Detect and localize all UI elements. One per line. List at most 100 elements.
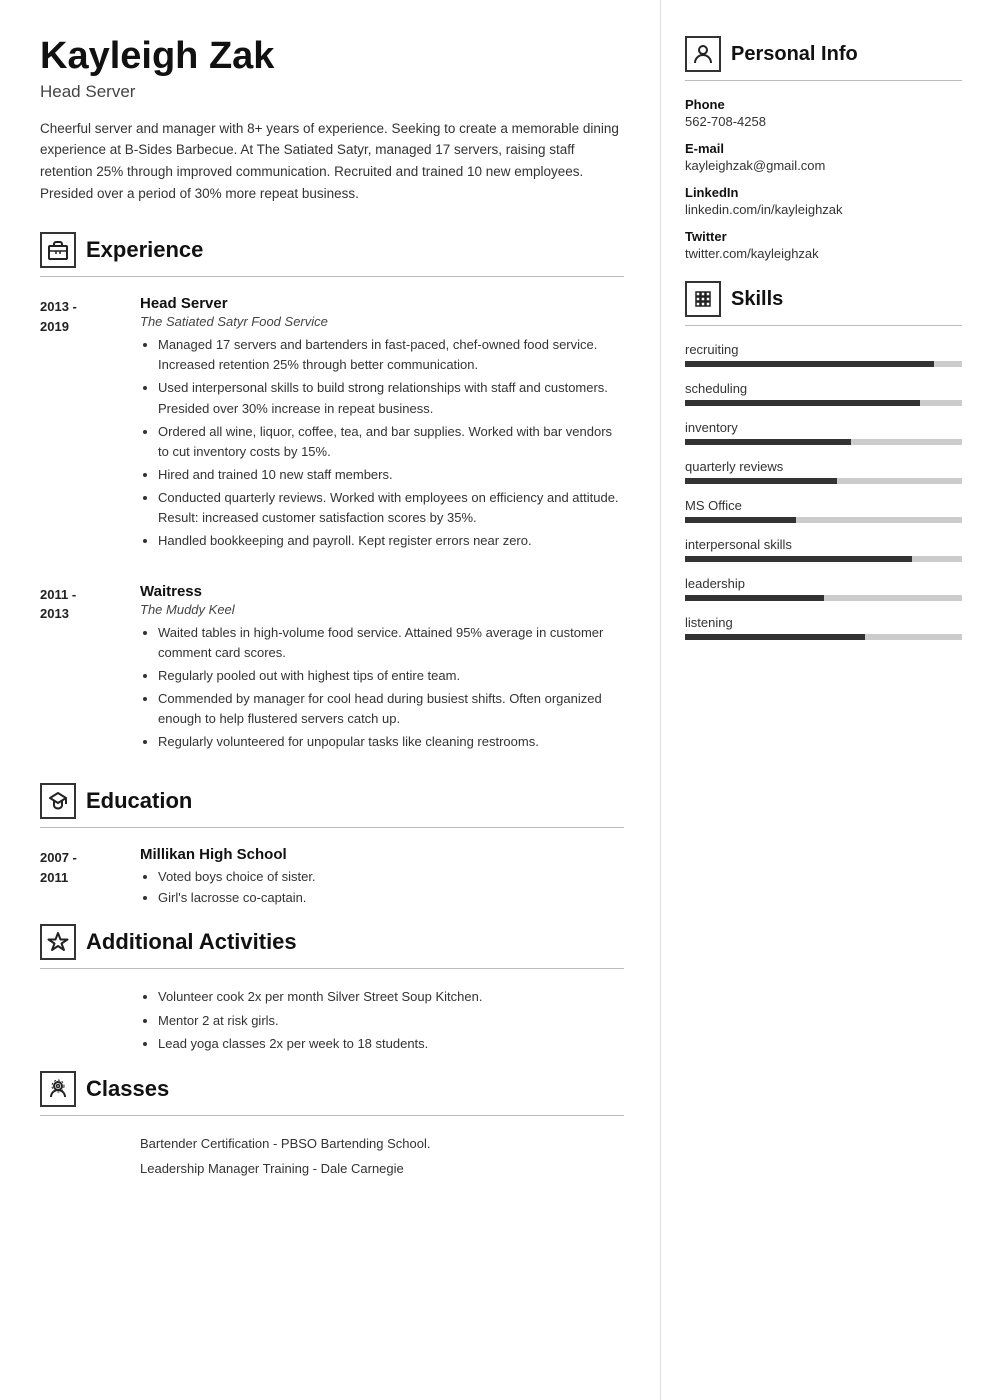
exp-bullets-1: Managed 17 servers and bartenders in fas…	[140, 335, 624, 551]
candidate-title: Head Server	[40, 82, 624, 102]
skills-title: Skills	[731, 288, 783, 311]
activities-section-header: Additional Activities	[40, 924, 624, 960]
experience-title: Experience	[86, 237, 203, 263]
classes-divider	[40, 1115, 624, 1116]
exp-bullet-1-1: Managed 17 servers and bartenders in fas…	[158, 335, 624, 375]
email-value: kayleighzak@gmail.com	[685, 158, 962, 173]
skill-bar-bg-4	[685, 517, 962, 523]
exp-bullets-2: Waited tables in high-volume food servic…	[140, 623, 624, 753]
skill-bar-fill-2	[685, 439, 851, 445]
exp-job-title-1: Head Server	[140, 295, 624, 312]
skills-divider	[685, 325, 962, 326]
edu-dates-1: 2007 - 2011	[40, 846, 140, 907]
exp-bullet-1-2: Used interpersonal skills to build stron…	[158, 378, 624, 418]
activity-item-3: Lead yoga classes 2x per week to 18 stud…	[158, 1034, 624, 1055]
skill-bar-bg-0	[685, 361, 962, 367]
skill-name-0: recruiting	[685, 342, 962, 357]
skill-bar-fill-6	[685, 595, 824, 601]
skill-bar-bg-5	[685, 556, 962, 562]
education-section-header: Education	[40, 783, 624, 819]
experience-section-header: Experience	[40, 232, 624, 268]
exp-bullet-2-2: Regularly pooled out with highest tips o…	[158, 666, 624, 686]
exp-dates-2: 2011 - 2013	[40, 583, 140, 756]
right-column: Personal Info Phone 562-708-4258 E-mail …	[660, 0, 990, 1400]
experience-list: 2013 - 2019 Head Server The Satiated Sat…	[40, 295, 624, 755]
activities-divider	[40, 968, 624, 969]
skill-bar-fill-5	[685, 556, 912, 562]
left-column: Kayleigh Zak Head Server Cheerful server…	[0, 0, 660, 1400]
exp-dates-1: 2013 - 2019	[40, 295, 140, 554]
skills-icon	[685, 281, 721, 317]
classes-title: Classes	[86, 1076, 169, 1102]
skill-name-2: inventory	[685, 420, 962, 435]
candidate-summary: Cheerful server and manager with 8+ year…	[40, 118, 624, 204]
classes-list: Bartender Certification - PBSO Bartendin…	[40, 1134, 624, 1180]
skill-bar-fill-1	[685, 400, 920, 406]
resume-container: Kayleigh Zak Head Server Cheerful server…	[0, 0, 990, 1400]
exp-bullet-1-6: Handled bookkeeping and payroll. Kept re…	[158, 531, 624, 551]
activities-icon	[40, 924, 76, 960]
personal-info-divider	[685, 80, 962, 81]
skill-name-3: quarterly reviews	[685, 459, 962, 474]
skill-bar-fill-3	[685, 478, 837, 484]
skill-name-7: listening	[685, 615, 962, 630]
exp-content-1: Head Server The Satiated Satyr Food Serv…	[140, 295, 624, 554]
edu-bullet-1-1: Voted boys choice of sister.	[158, 867, 624, 887]
exp-company-2: The Muddy Keel	[140, 602, 624, 617]
classes-icon	[40, 1071, 76, 1107]
class-item-1: Bartender Certification - PBSO Bartendin…	[140, 1134, 624, 1155]
personal-info-title: Personal Info	[731, 43, 858, 66]
skill-bar-bg-3	[685, 478, 962, 484]
education-item-1: 2007 - 2011 Millikan High School Voted b…	[40, 846, 624, 907]
experience-item-1: 2013 - 2019 Head Server The Satiated Sat…	[40, 295, 624, 554]
linkedin-label: LinkedIn	[685, 185, 962, 200]
experience-item-2: 2011 - 2013 Waitress The Muddy Keel Wait…	[40, 583, 624, 756]
skill-bar-bg-1	[685, 400, 962, 406]
twitter-value: twitter.com/kayleighzak	[685, 246, 962, 261]
skill-bar-bg-2	[685, 439, 962, 445]
education-divider	[40, 827, 624, 828]
skill-name-5: interpersonal skills	[685, 537, 962, 552]
exp-company-1: The Satiated Satyr Food Service	[140, 314, 624, 329]
experience-divider	[40, 276, 624, 277]
edu-bullet-1-2: Girl's lacrosse co-captain.	[158, 888, 624, 908]
experience-icon	[40, 232, 76, 268]
skill-bar-bg-7	[685, 634, 962, 640]
activities-title: Additional Activities	[86, 929, 297, 955]
education-list: 2007 - 2011 Millikan High School Voted b…	[40, 846, 624, 907]
exp-bullet-1-3: Ordered all wine, liquor, coffee, tea, a…	[158, 422, 624, 462]
edu-bullets-1: Voted boys choice of sister. Girl's lacr…	[140, 867, 624, 907]
exp-job-title-2: Waitress	[140, 583, 624, 600]
personal-info-header: Personal Info	[685, 36, 962, 72]
education-icon	[40, 783, 76, 819]
skill-name-4: MS Office	[685, 498, 962, 513]
class-item-2: Leadership Manager Training - Dale Carne…	[140, 1159, 624, 1180]
classes-section-header: Classes	[40, 1071, 624, 1107]
exp-bullet-2-3: Commended by manager for cool head durin…	[158, 689, 624, 729]
exp-content-2: Waitress The Muddy Keel Waited tables in…	[140, 583, 624, 756]
phone-label: Phone	[685, 97, 962, 112]
personal-info-icon	[685, 36, 721, 72]
skills-section: Skills recruiting scheduling inventory quar…	[685, 281, 962, 640]
twitter-label: Twitter	[685, 229, 962, 244]
skill-bar-fill-7	[685, 634, 865, 640]
activity-item-1: Volunteer cook 2x per month Silver Stree…	[158, 987, 624, 1008]
exp-bullet-2-4: Regularly volunteered for unpopular task…	[158, 732, 624, 752]
phone-value: 562-708-4258	[685, 114, 962, 129]
skill-bar-bg-6	[685, 595, 962, 601]
education-title: Education	[86, 788, 192, 814]
candidate-name: Kayleigh Zak	[40, 36, 624, 78]
skill-name-6: leadership	[685, 576, 962, 591]
edu-school-1: Millikan High School	[140, 846, 624, 863]
skill-name-1: scheduling	[685, 381, 962, 396]
skill-bar-fill-0	[685, 361, 934, 367]
exp-bullet-2-1: Waited tables in high-volume food servic…	[158, 623, 624, 663]
skills-header: Skills	[685, 281, 962, 317]
edu-content-1: Millikan High School Voted boys choice o…	[140, 846, 624, 907]
activity-item-2: Mentor 2 at risk girls.	[158, 1011, 624, 1032]
linkedin-value: linkedin.com/in/kayleighzak	[685, 202, 962, 217]
exp-bullet-1-5: Conducted quarterly reviews. Worked with…	[158, 488, 624, 528]
exp-bullet-1-4: Hired and trained 10 new staff members.	[158, 465, 624, 485]
activities-list: Volunteer cook 2x per month Silver Stree…	[40, 987, 624, 1055]
skills-list: recruiting scheduling inventory quarterly r…	[685, 342, 962, 640]
